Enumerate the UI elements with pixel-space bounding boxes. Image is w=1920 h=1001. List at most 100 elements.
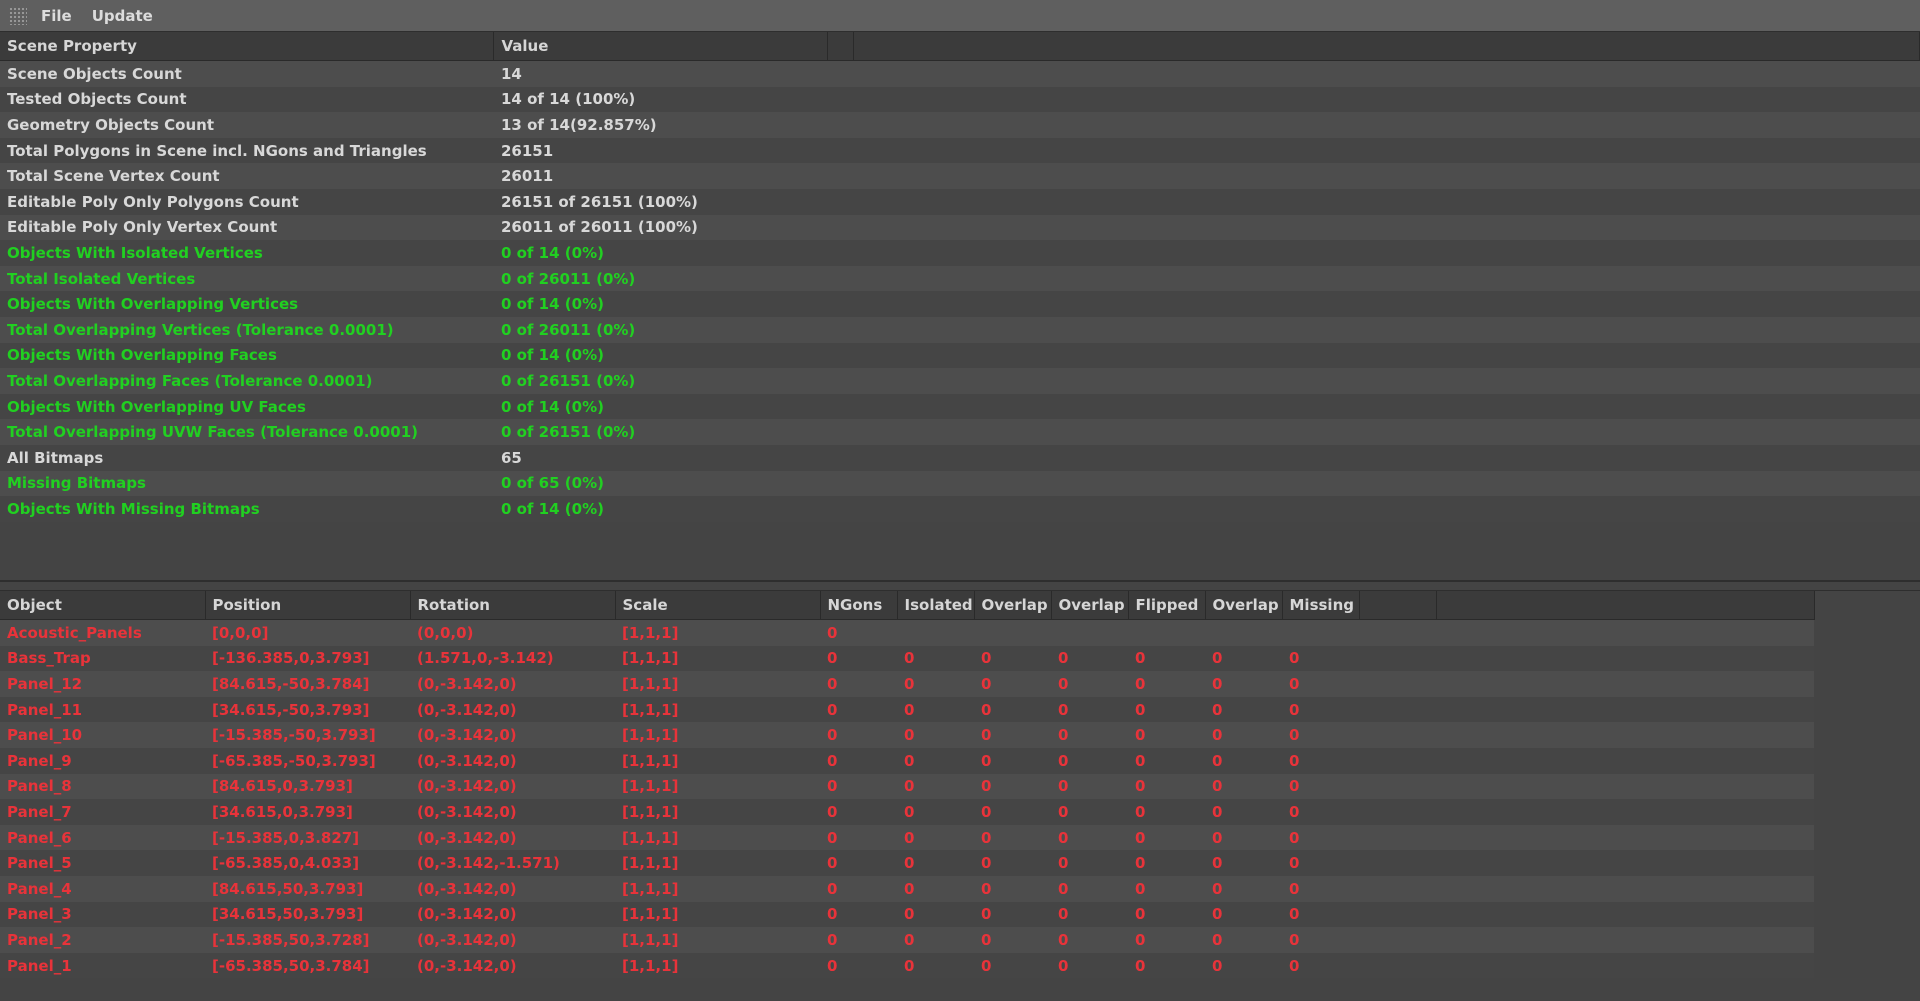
object-position: [0,0,0] <box>205 619 410 646</box>
column-header-scene-property[interactable]: Scene Property <box>0 32 495 61</box>
column-header-blank[interactable] <box>1359 591 1437 620</box>
overlap-uv-count <box>1205 619 1282 646</box>
menu-file[interactable]: File <box>41 7 72 25</box>
property-row[interactable]: Objects With Overlapping Vertices 0 of 14… <box>0 291 1920 317</box>
column-header-missing[interactable]: Missing <box>1282 591 1360 620</box>
menu-update[interactable]: Update <box>92 7 153 25</box>
property-row[interactable]: Objects With Overlapping Faces 0 of 14 (0… <box>0 342 1920 369</box>
menu-bar: File Update <box>0 0 1920 32</box>
isolated-count: 0 <box>897 722 974 748</box>
column-header-value[interactable]: Value <box>493 32 829 61</box>
object-row[interactable]: Panel_5 [-65.385,0,4.033] (0,-3.142,-1.571… <box>0 850 1814 876</box>
property-row[interactable]: Tested Objects Count 14 of 14 (100%) <box>0 86 1920 113</box>
property-name: Editable Poly Only Polygons Count <box>0 188 494 215</box>
object-row[interactable]: Panel_3 [34.615,50,3.793] (0,-3.142,0) [1,1… <box>0 901 1814 928</box>
property-name: Total Scene Vertex Count <box>0 163 494 189</box>
object-row[interactable]: Panel_7 [34.615,0,3.793] (0,-3.142,0) [1,1,… <box>0 799 1814 825</box>
isolated-count: 0 <box>897 850 974 876</box>
blank-cell <box>1359 875 1436 902</box>
property-value: 26011 <box>493 163 828 189</box>
object-rotation: (0,-3.142,0) <box>410 799 615 825</box>
flipped-count <box>1128 619 1205 646</box>
object-row[interactable]: Panel_2 [-15.385,50,3.728] (0,-3.142,0) [1,… <box>0 927 1814 953</box>
column-header-isolated[interactable]: Isolated <box>897 591 975 620</box>
blank-cell <box>827 444 854 471</box>
filler-cell <box>853 393 1920 420</box>
object-position: [-15.385,50,3.728] <box>205 927 410 953</box>
object-row[interactable]: Panel_10 [-15.385,-50,3.793] (0,-3.142,0)[… <box>0 722 1814 748</box>
isolated-count: 0 <box>897 824 974 851</box>
property-row[interactable]: Objects With Overlapping UV Faces 0 of 14… <box>0 393 1920 420</box>
ngons-count: 0 <box>820 747 897 774</box>
ngons-count: 0 <box>820 671 897 697</box>
flipped-count: 0 <box>1128 875 1205 902</box>
overlap-vertices-count: 0 <box>974 773 1051 800</box>
flipped-count: 0 <box>1128 747 1205 774</box>
objects-header-row: Object Position Rotation Scale NGons Iso… <box>0 591 1815 620</box>
overlap-faces-count: 0 <box>1051 875 1128 902</box>
overlap-uv-count: 0 <box>1205 747 1282 774</box>
column-header-blank[interactable] <box>827 32 855 61</box>
object-row[interactable]: Panel_4 [84.615,50,3.793] (0,-3.142,0) [1,1… <box>0 875 1814 902</box>
property-row[interactable]: Total Polygons in Scene incl. NGons and … <box>0 137 1920 164</box>
property-row[interactable]: Total Overlapping Faces (Tolerance 0.000… <box>0 368 1920 394</box>
object-row[interactable]: Panel_9 [-65.385,-50,3.793] (0,-3.142,0) [1… <box>0 747 1814 774</box>
column-header-overlap-faces[interactable]: Overlap <box>1051 591 1129 620</box>
flipped-count: 0 <box>1128 696 1205 723</box>
blank-cell <box>827 86 854 113</box>
column-header-rotation[interactable]: Rotation <box>410 591 616 620</box>
column-header-ngons[interactable]: NGons <box>820 591 898 620</box>
column-header-scale[interactable]: Scale <box>615 591 821 620</box>
property-row[interactable]: Editable Poly Only Polygons Count 26151 o… <box>0 188 1920 215</box>
blank-cell <box>1359 645 1436 672</box>
object-row[interactable]: Acoustic_Panels [0,0,0] (0,0,0) [1,1,1] 0 <box>0 619 1814 646</box>
property-value: 0 of 14 (0%) <box>493 342 828 369</box>
grip-icon[interactable] <box>9 6 27 25</box>
column-header-flipped[interactable]: Flipped <box>1128 591 1206 620</box>
object-name: Panel_12 <box>0 671 205 697</box>
property-name: Total Overlapping Vertices (Tolerance 0.… <box>0 316 494 343</box>
overlap-faces-count: 0 <box>1051 927 1128 953</box>
property-row[interactable]: Objects With Missing Bitmaps 0 of 14 (0%) <box>0 496 1920 522</box>
object-row[interactable]: Panel_8 [84.615,0,3.793] (0,-3.142,0) [1,1,… <box>0 773 1814 800</box>
object-row[interactable]: Panel_6 [-15.385,0,3.827] (0,-3.142,0) [1,1… <box>0 824 1814 851</box>
object-name: Panel_6 <box>0 824 205 851</box>
filler-cell <box>853 470 1920 497</box>
property-row[interactable]: Geometry Objects Count 13 of 14(92.857%) <box>0 112 1920 138</box>
object-scale: [1,1,1] <box>615 850 820 876</box>
property-row[interactable]: Editable Poly Only Vertex Count 26011 of … <box>0 214 1920 241</box>
property-name: Total Isolated Vertices <box>0 265 494 292</box>
column-header-overlap-vertices[interactable]: Overlap <box>974 591 1052 620</box>
property-name: Missing Bitmaps <box>0 470 494 497</box>
overlap-vertices-count: 0 <box>974 696 1051 723</box>
overlap-faces-count: 0 <box>1051 773 1128 800</box>
overlap-uv-count: 0 <box>1205 645 1282 672</box>
property-row[interactable]: All Bitmaps 65 <box>0 444 1920 471</box>
property-row[interactable]: Total Overlapping UVW Faces (Tolerance 0… <box>0 419 1920 445</box>
object-scale: [1,1,1] <box>615 824 820 851</box>
overlap-uv-count: 0 <box>1205 671 1282 697</box>
object-name: Panel_8 <box>0 773 205 800</box>
object-row[interactable]: Panel_12 [84.615,-50,3.784] (0,-3.142,0) [1… <box>0 671 1814 697</box>
object-scale: [1,1,1] <box>615 671 820 697</box>
object-row[interactable]: Bass_Trap [-136.385,0,3.793] (1.571,0,-3.1… <box>0 645 1814 672</box>
property-row[interactable]: Total Scene Vertex Count 26011 <box>0 163 1920 189</box>
isolated-count: 0 <box>897 927 974 953</box>
property-row[interactable]: Scene Objects Count 14 <box>0 60 1920 87</box>
overlap-vertices-count: 0 <box>974 850 1051 876</box>
property-row[interactable]: Objects With Isolated Vertices 0 of 14 (0… <box>0 240 1920 266</box>
overlap-faces-count: 0 <box>1051 952 1128 979</box>
flipped-count: 0 <box>1128 901 1205 928</box>
property-row[interactable]: Total Overlapping Vertices (Tolerance 0.… <box>0 316 1920 343</box>
column-header-overlap-uv[interactable]: Overlap <box>1205 591 1283 620</box>
property-row[interactable]: Missing Bitmaps 0 of 65 (0%) <box>0 470 1920 497</box>
column-header-object[interactable]: Object <box>0 591 206 620</box>
filler-cell <box>853 188 1920 215</box>
object-row[interactable]: Panel_11 [34.615,-50,3.793] (0,-3.142,0) [1… <box>0 696 1814 723</box>
column-header-position[interactable]: Position <box>205 591 411 620</box>
object-name: Acoustic_Panels <box>0 619 205 646</box>
flipped-count: 0 <box>1128 952 1205 979</box>
object-position: [84.615,-50,3.784] <box>205 671 410 697</box>
property-row[interactable]: Total Isolated Vertices 0 of 26011 (0%) <box>0 265 1920 292</box>
object-row[interactable]: Panel_1 [-65.385,50,3.784] (0,-3.142,0) [1,… <box>0 952 1814 979</box>
